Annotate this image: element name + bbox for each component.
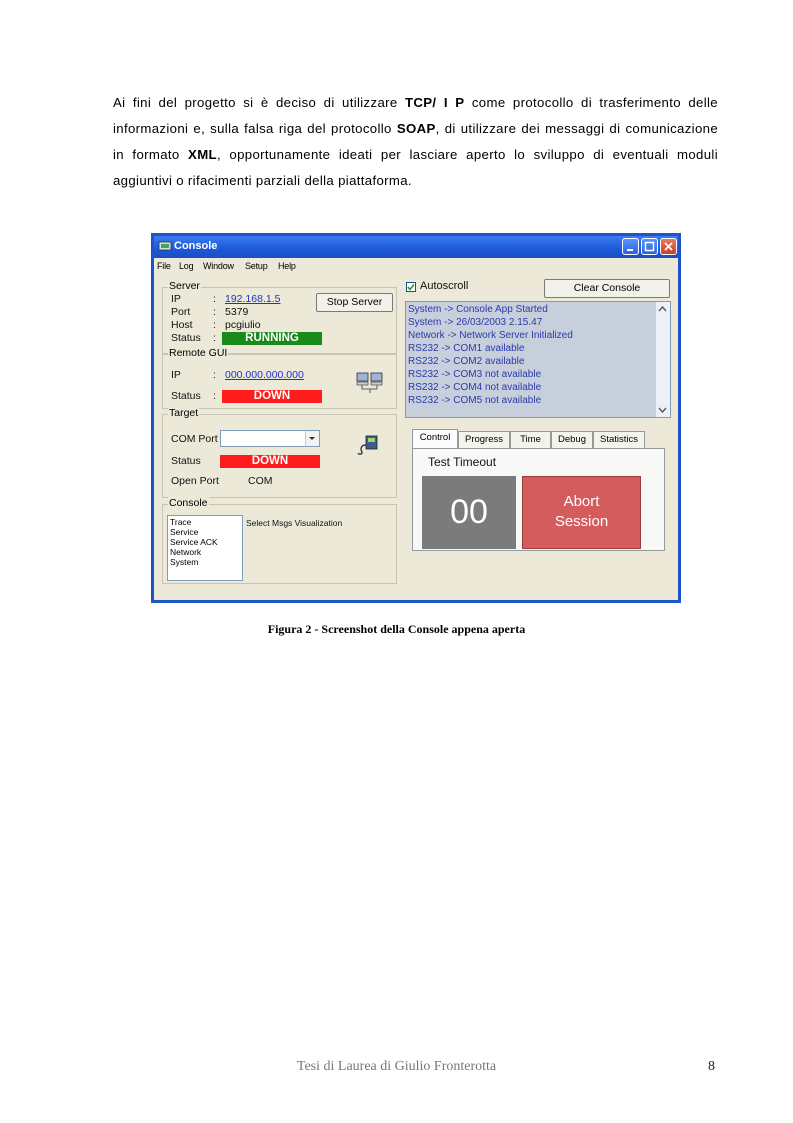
menu-file[interactable]: File [157,261,171,271]
serial-device-icon [357,435,378,455]
server-port-label: Port [171,306,191,318]
remote-ip-colon: : [213,369,216,381]
remote-status-colon: : [213,390,216,402]
remote-status-label: Status [171,390,201,402]
console-line: RS232 -> COM5 not available [408,395,542,406]
control-tab-panel: Test Timeout 00 Abort Session [412,448,665,551]
maximize-icon [644,241,655,252]
console-group-label: Console [168,497,209,509]
minimize-button[interactable] [622,238,639,255]
remote-ip-value[interactable]: 000.000.000.000 [225,369,304,381]
target-status-badge: DOWN [220,455,320,468]
bold-soap: SOAP [396,121,436,136]
com-port-dropdown[interactable] [305,431,319,446]
bold-xml: XML [188,147,217,162]
checkmark-icon [407,284,415,291]
clear-console-button[interactable]: Clear Console [544,279,670,298]
tab-time[interactable]: Time [510,431,551,448]
network-computers-icon [356,372,383,393]
menu-log[interactable]: Log [179,261,194,271]
menu-bar: File Log Window Setup Help [154,258,678,274]
com-port-select[interactable] [220,430,320,447]
scrollbar-arrows-icon [658,305,667,414]
filter-hint: Select Msgs Visualization [246,518,343,528]
abort-label-line1: Abort [563,493,600,510]
autoscroll-label: Autoscroll [420,280,469,292]
window-title: Console [174,240,218,252]
filter-option[interactable]: Trace [170,517,240,527]
server-host-value: pcgiulio [225,319,261,331]
chevron-down-icon [309,437,315,440]
console-output[interactable]: System -> Console App Started System -> … [405,301,671,418]
target-group: Target COM Port Status DOWN Open Port CO… [162,407,397,498]
close-icon [664,242,673,251]
abort-session-button[interactable]: Abort Session [522,476,641,549]
menu-window[interactable]: Window [203,261,234,271]
com-port-label: COM Port [171,433,218,445]
server-status-badge: RUNNING [222,332,322,345]
tab-statistics[interactable]: Statistics [593,431,645,448]
menu-help[interactable]: Help [278,261,296,271]
remote-status-badge: DOWN [222,390,322,403]
target-status-label: Status [171,455,201,467]
filter-option[interactable]: System [170,557,240,567]
close-button[interactable] [660,238,677,255]
title-bar[interactable]: Console [154,236,678,258]
open-port-value: COM [248,475,273,487]
console-line: Network -> Network Server Initialized [408,330,573,341]
console-line: RS232 -> COM1 available [408,343,525,354]
message-filter-list[interactable]: Trace Service Service ACK Network System [167,515,243,581]
page-number: 8 [708,1059,715,1074]
target-group-label: Target [168,407,200,419]
filter-option[interactable]: Service [170,527,240,537]
tab-control[interactable]: Control [412,429,458,448]
server-status-label: Status [171,332,201,344]
console-line: RS232 -> COM2 available [408,356,525,367]
server-host-colon: : [213,319,216,331]
console-group: Console Trace Service Service ACK Networ… [162,497,397,584]
autoscroll-checkbox[interactable] [406,282,416,292]
page-footer: Tesi di Laurea di Giulio Fronterotta [296,1059,497,1074]
timeout-counter: 00 [422,476,516,549]
console-line: System -> 26/03/2003 2.15.47 [408,317,543,328]
filter-option[interactable]: Network [170,547,240,557]
server-ip-colon: : [213,293,216,305]
console-line: RS232 -> COM4 not available [408,382,542,393]
server-port-colon: : [213,306,216,318]
minimize-icon [627,249,633,251]
abort-label-line2: Session [554,513,609,530]
open-port-label: Open Port [171,475,219,487]
maximize-button[interactable] [641,238,658,255]
body-paragraph: Ai fini del progetto si è deciso di util… [113,95,718,188]
app-icon [158,241,172,251]
server-group-label: Server [168,280,201,292]
remote-gui-group-label: Remote GUI [168,347,229,359]
tab-debug[interactable]: Debug [551,431,593,448]
server-ip-value[interactable]: 192.168.1.5 [225,293,280,305]
remote-ip-label: IP [171,369,181,381]
figure-caption: Figura 2 - Screenshot della Console appe… [267,622,526,636]
server-status-colon: : [213,332,216,344]
menu-setup[interactable]: Setup [245,261,268,271]
server-group: Server IP : 192.168.1.5 Port : 5379 Host… [162,280,397,354]
filter-option[interactable]: Service ACK [170,537,240,547]
test-timeout-label: Test Timeout [428,455,497,469]
stop-server-button[interactable]: Stop Server [316,293,393,312]
bold-tcpip: TCP/ I P [404,95,465,110]
console-scrollbar[interactable] [655,302,670,417]
tab-progress[interactable]: Progress [458,431,510,448]
server-host-label: Host [171,319,193,331]
server-ip-label: IP [171,293,181,305]
remote-gui-group: Remote GUI IP : 000.000.000.000 Status :… [162,347,397,409]
console-window: Console File Log Window Setup Help Serve… [151,233,681,603]
console-line: System -> Console App Started [408,304,548,315]
console-line: RS232 -> COM3 not available [408,369,542,380]
window-client: File Log Window Setup Help Server IP : 1… [154,258,678,600]
server-port-value: 5379 [225,306,249,318]
